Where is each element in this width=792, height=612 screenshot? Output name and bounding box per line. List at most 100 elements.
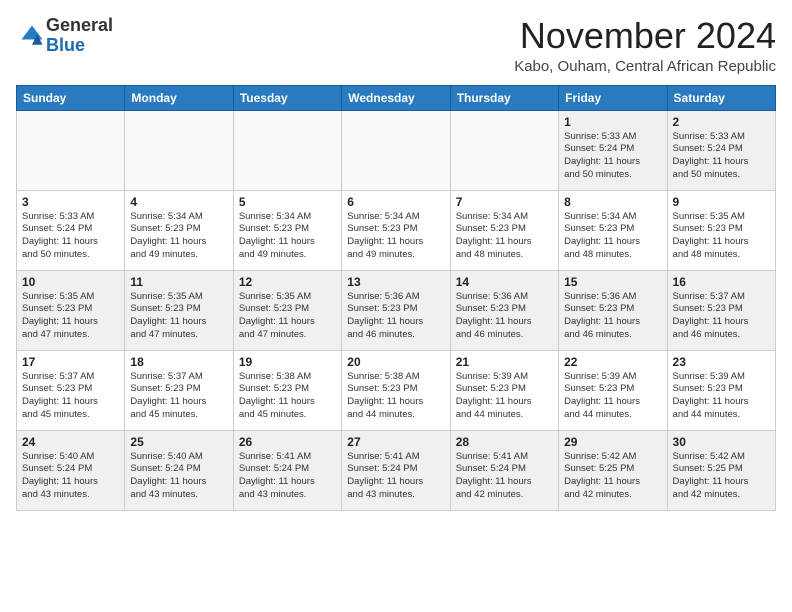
weekday-header-monday: Monday [125,85,233,110]
day-info: Sunrise: 5:34 AM Sunset: 5:23 PM Dayligh… [456,211,553,262]
week-row-2: 10 Sunrise: 5:35 AM Sunset: 5:23 PM Dayli… [17,270,776,350]
calendar-cell: 14Sunrise: 5:36 AM Sunset: 5:23 PM Dayli… [450,270,558,350]
day-info: Sunrise: 5:41 AM Sunset: 5:24 PM Dayligh… [347,451,444,502]
calendar-cell: 20 Sunrise: 5:38 AM Sunset: 5:23 PM Dayli… [342,350,450,430]
day-info: Sunrise: 5:39 AM Sunset: 5:23 PM Dayligh… [456,371,553,422]
day-info: Sunrise: 5:40 AM Sunset: 5:24 PM Dayligh… [22,451,119,502]
logo-general: General [46,15,113,35]
calendar-cell: 5Sunrise: 5:34 AM Sunset: 5:23 PM Daylig… [233,190,341,270]
calendar-cell: 9 Sunrise: 5:35 AM Sunset: 5:23 PM Daylig… [667,190,775,270]
calendar-cell: 23 Sunrise: 5:39 AM Sunset: 5:23 PM Dayli… [667,350,775,430]
calendar-cell: 11Sunrise: 5:35 AM Sunset: 5:23 PM Dayli… [125,270,233,350]
day-number: 4 [130,195,227,209]
day-info: Sunrise: 5:38 AM Sunset: 5:23 PM Dayligh… [347,371,444,422]
day-number: 23 [673,355,770,369]
day-number: 17 [22,355,119,369]
day-number: 6 [347,195,444,209]
page: General Blue November 2024 Kabo, Ouham, … [0,0,792,521]
calendar-cell: 12 Sunrise: 5:35 AM Sunset: 5:23 PM Dayli… [233,270,341,350]
day-info: Sunrise: 5:34 AM Sunset: 5:23 PM Dayligh… [130,211,227,262]
day-info: Sunrise: 5:35 AM Sunset: 5:23 PM Dayligh… [130,291,227,342]
day-number: 26 [239,435,336,449]
calendar-cell: 10 Sunrise: 5:35 AM Sunset: 5:23 PM Dayli… [17,270,125,350]
day-info: Sunrise: 5:36 AM Sunset: 5:23 PM Dayligh… [456,291,553,342]
calendar-cell: 29Sunrise: 5:42 AM Sunset: 5:25 PM Dayli… [559,430,667,510]
day-info: Sunrise: 5:40 AM Sunset: 5:24 PM Dayligh… [130,451,227,502]
calendar-cell: 8 Sunrise: 5:34 AM Sunset: 5:23 PM Daylig… [559,190,667,270]
day-number: 15 [564,275,661,289]
week-row-4: 24 Sunrise: 5:40 AM Sunset: 5:24 PM Dayli… [17,430,776,510]
calendar-cell [450,110,558,190]
day-info: Sunrise: 5:41 AM Sunset: 5:24 PM Dayligh… [239,451,336,502]
day-info: Sunrise: 5:42 AM Sunset: 5:25 PM Dayligh… [673,451,770,502]
day-info: Sunrise: 5:33 AM Sunset: 5:24 PM Dayligh… [22,211,119,262]
day-number: 27 [347,435,444,449]
calendar-cell: 22 Sunrise: 5:39 AM Sunset: 5:23 PM Dayli… [559,350,667,430]
day-number: 21 [456,355,553,369]
month-title: November 2024 [514,16,776,56]
day-info: Sunrise: 5:33 AM Sunset: 5:24 PM Dayligh… [564,131,661,182]
day-info: Sunrise: 5:34 AM Sunset: 5:23 PM Dayligh… [347,211,444,262]
logo-blue: Blue [46,35,85,55]
calendar-cell: 28 Sunrise: 5:41 AM Sunset: 5:24 PM Dayli… [450,430,558,510]
calendar-cell: 4 Sunrise: 5:34 AM Sunset: 5:23 PM Daylig… [125,190,233,270]
weekday-header-thursday: Thursday [450,85,558,110]
day-number: 7 [456,195,553,209]
day-number: 2 [673,115,770,129]
day-number: 3 [22,195,119,209]
day-number: 22 [564,355,661,369]
day-number: 28 [456,435,553,449]
day-info: Sunrise: 5:37 AM Sunset: 5:23 PM Dayligh… [673,291,770,342]
day-info: Sunrise: 5:41 AM Sunset: 5:24 PM Dayligh… [456,451,553,502]
calendar-cell [125,110,233,190]
calendar-cell: 15 Sunrise: 5:36 AM Sunset: 5:23 PM Dayli… [559,270,667,350]
weekday-header-sunday: Sunday [17,85,125,110]
weekday-header-tuesday: Tuesday [233,85,341,110]
day-number: 16 [673,275,770,289]
day-info: Sunrise: 5:34 AM Sunset: 5:23 PM Dayligh… [239,211,336,262]
weekday-header-row: SundayMondayTuesdayWednesdayThursdayFrid… [17,85,776,110]
calendar-cell: 6 Sunrise: 5:34 AM Sunset: 5:23 PM Daylig… [342,190,450,270]
day-number: 24 [22,435,119,449]
weekday-header-saturday: Saturday [667,85,775,110]
day-info: Sunrise: 5:36 AM Sunset: 5:23 PM Dayligh… [347,291,444,342]
calendar-cell: 16 Sunrise: 5:37 AM Sunset: 5:23 PM Dayli… [667,270,775,350]
calendar-cell: 7 Sunrise: 5:34 AM Sunset: 5:23 PM Daylig… [450,190,558,270]
day-number: 18 [130,355,227,369]
day-number: 20 [347,355,444,369]
day-info: Sunrise: 5:37 AM Sunset: 5:23 PM Dayligh… [130,371,227,422]
day-info: Sunrise: 5:33 AM Sunset: 5:24 PM Dayligh… [673,131,770,182]
calendar-cell: 19Sunrise: 5:38 AM Sunset: 5:23 PM Dayli… [233,350,341,430]
location-subtitle: Kabo, Ouham, Central African Republic [514,58,776,75]
day-number: 10 [22,275,119,289]
day-info: Sunrise: 5:35 AM Sunset: 5:23 PM Dayligh… [673,211,770,262]
calendar-cell: 1 Sunrise: 5:33 AM Sunset: 5:24 PM Daylig… [559,110,667,190]
day-info: Sunrise: 5:37 AM Sunset: 5:23 PM Dayligh… [22,371,119,422]
day-number: 9 [673,195,770,209]
logo-icon [18,22,46,50]
week-row-1: 3 Sunrise: 5:33 AM Sunset: 5:24 PM Daylig… [17,190,776,270]
day-number: 8 [564,195,661,209]
calendar-cell: 21 Sunrise: 5:39 AM Sunset: 5:23 PM Dayli… [450,350,558,430]
day-info: Sunrise: 5:35 AM Sunset: 5:23 PM Dayligh… [22,291,119,342]
day-info: Sunrise: 5:39 AM Sunset: 5:23 PM Dayligh… [673,371,770,422]
calendar-cell: 2 Sunrise: 5:33 AM Sunset: 5:24 PM Daylig… [667,110,775,190]
calendar-cell [233,110,341,190]
day-info: Sunrise: 5:34 AM Sunset: 5:23 PM Dayligh… [564,211,661,262]
day-info: Sunrise: 5:38 AM Sunset: 5:23 PM Dayligh… [239,371,336,422]
calendar-cell: 25Sunrise: 5:40 AM Sunset: 5:24 PM Dayli… [125,430,233,510]
day-info: Sunrise: 5:39 AM Sunset: 5:23 PM Dayligh… [564,371,661,422]
calendar-cell [342,110,450,190]
week-row-3: 17 Sunrise: 5:37 AM Sunset: 5:23 PM Dayli… [17,350,776,430]
day-info: Sunrise: 5:35 AM Sunset: 5:23 PM Dayligh… [239,291,336,342]
calendar-cell: 30 Sunrise: 5:42 AM Sunset: 5:25 PM Dayli… [667,430,775,510]
calendar-cell: 24 Sunrise: 5:40 AM Sunset: 5:24 PM Dayli… [17,430,125,510]
day-number: 30 [673,435,770,449]
day-number: 12 [239,275,336,289]
day-info: Sunrise: 5:36 AM Sunset: 5:23 PM Dayligh… [564,291,661,342]
weekday-header-wednesday: Wednesday [342,85,450,110]
weekday-header-friday: Friday [559,85,667,110]
calendar-cell [17,110,125,190]
day-info: Sunrise: 5:42 AM Sunset: 5:25 PM Dayligh… [564,451,661,502]
day-number: 1 [564,115,661,129]
